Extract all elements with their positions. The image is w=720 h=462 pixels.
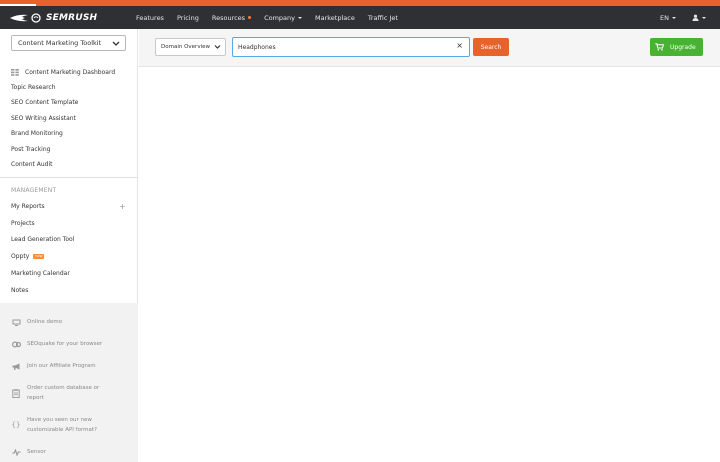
- sidebar-item-label: Marketing Calendar: [11, 270, 70, 277]
- sidebar-item-oppty[interactable]: Oppty new: [11, 253, 45, 260]
- sidebar-item-marketing-calendar[interactable]: Marketing Calendar: [11, 270, 70, 277]
- header-right: EN: [660, 6, 706, 29]
- sidebar-divider: [0, 177, 138, 178]
- promo-sensor[interactable]: Sensor: [11, 447, 46, 457]
- user-icon: [692, 14, 699, 21]
- megaphone-icon: [12, 363, 19, 370]
- toolkit-selector[interactable]: Content Marketing Toolkit: [11, 35, 126, 51]
- promo-label: Sensor: [27, 449, 46, 455]
- nav-resources[interactable]: Resources: [211, 13, 252, 22]
- sidebar-item-label: SEO Content Template: [11, 99, 79, 106]
- nav-company[interactable]: Company: [264, 13, 303, 22]
- language-label: EN: [660, 13, 669, 22]
- nav-marketplace-label: Marketplace: [315, 13, 355, 22]
- nav-traffic-jet[interactable]: Traffic Jet: [368, 14, 398, 22]
- new-dot-icon: [248, 16, 252, 19]
- sidebar-item-brand-monitoring[interactable]: Brand Monitoring: [11, 130, 63, 137]
- promo-label-line1: Have you seen our new: [27, 417, 92, 423]
- report-type-select[interactable]: Domain Overview: [155, 38, 226, 56]
- search-toolbar: Domain Overview Headphones × Search Upgr…: [139, 29, 720, 67]
- sidebar-item-notes[interactable]: Notes: [11, 287, 28, 294]
- search-input[interactable]: Headphones ×: [232, 37, 470, 57]
- sidebar-item-projects[interactable]: Projects: [11, 220, 35, 227]
- upgrade-label: Upgrade: [670, 43, 696, 51]
- sidebar-item-label: Topic Research: [11, 84, 56, 91]
- promo-label: SEOquake for your browser: [27, 341, 103, 347]
- promo-label: Join our Affiliate Program: [27, 363, 96, 369]
- search-button[interactable]: Search: [473, 38, 509, 56]
- promo-custom-database[interactable]: Order custom database or report: [11, 383, 99, 403]
- sidebar-item-dashboard[interactable]: Content Marketing Dashboard: [11, 69, 115, 76]
- language-switcher[interactable]: EN: [660, 14, 676, 22]
- promo-api-format[interactable]: {} Have you seen our new customizable API…: [11, 415, 97, 435]
- promo-seoquake[interactable]: SEOquake for your browser: [11, 339, 102, 349]
- sidebar-item-dashboard-label: Content Marketing Dashboard: [25, 69, 116, 76]
- sidebar-item-lead-generation-tool[interactable]: Lead Generation Tool: [11, 236, 74, 243]
- cart-icon: [655, 43, 664, 51]
- upgrade-button[interactable]: Upgrade: [650, 38, 703, 56]
- sidebar-item-label: Oppty: [11, 253, 30, 260]
- sidebar-promos: Online demo SEOquake for your browser Jo…: [0, 303, 138, 462]
- seoquake-icon: [11, 341, 21, 347]
- sidebar-item-label: SEO Writing Assistant: [11, 115, 76, 122]
- management-heading: MANAGEMENT: [11, 187, 57, 194]
- sidebar-item-label: Projects: [11, 220, 35, 227]
- dashboard-grid-icon: [11, 69, 19, 76]
- sidebar-item-label: Content Audit: [11, 161, 53, 168]
- promo-label: Online demo: [27, 319, 63, 325]
- promo-label-line1: Order custom database or: [27, 385, 100, 391]
- chevron-down-icon: [112, 41, 120, 46]
- sidebar-item-label: Brand Monitoring: [11, 130, 63, 137]
- nav-resources-label: Resources: [211, 13, 246, 22]
- promo-label-line2: customizable API format?: [27, 427, 97, 433]
- caret-down-icon: [298, 16, 303, 19]
- main-nav: Features Pricing Resources Company Marke…: [136, 6, 411, 29]
- logo-fireball-icon: [10, 12, 41, 23]
- chevron-down-icon: [214, 45, 221, 49]
- sidebar-item-label: Post Tracking: [11, 146, 51, 153]
- sidebar-item-seo-writing-assistant[interactable]: SEO Writing Assistant: [11, 115, 76, 122]
- search-query-text: Headphones: [238, 43, 276, 51]
- new-badge: new: [33, 254, 45, 259]
- promo-affiliate[interactable]: Join our Affiliate Program: [11, 361, 96, 371]
- nav-marketplace[interactable]: Marketplace: [315, 14, 355, 22]
- toolkit-selector-label: Content Marketing Toolkit: [18, 39, 102, 47]
- sidebar-item-label: My Reports: [11, 203, 45, 210]
- caret-down-icon: [702, 16, 706, 19]
- nav-company-label: Company: [264, 13, 296, 22]
- main-content: [139, 68, 720, 462]
- sidebar-item-label: Notes: [11, 287, 29, 294]
- sidebar-item-my-reports[interactable]: My Reports: [11, 203, 45, 210]
- logo-wordmark: SEMRUSH: [46, 12, 98, 23]
- nav-traffic-jet-label: Traffic Jet: [367, 13, 398, 22]
- search-button-label: Search: [480, 43, 502, 51]
- nav-pricing-label: Pricing: [176, 13, 199, 22]
- caret-down-icon: [672, 16, 676, 19]
- braces-icon: {}: [11, 421, 21, 429]
- user-menu[interactable]: [692, 14, 706, 21]
- nav-pricing[interactable]: Pricing: [177, 14, 199, 22]
- clear-input-icon[interactable]: ×: [456, 41, 463, 50]
- sidebar-item-topic-research[interactable]: Topic Research: [11, 84, 56, 91]
- add-report-plus-icon[interactable]: +: [119, 203, 126, 211]
- monitor-icon: [12, 319, 20, 326]
- nav-features-label: Features: [136, 13, 164, 22]
- clipboard-icon: [12, 388, 20, 398]
- pulse-icon: [11, 448, 21, 456]
- report-type-label: Domain Overview: [161, 44, 210, 50]
- top-header: SEMRUSH Features Pricing Resources Compa…: [0, 6, 720, 29]
- sidebar-item-content-audit[interactable]: Content Audit: [11, 161, 53, 168]
- promo-label-line2: report: [27, 395, 44, 401]
- promo-online-demo[interactable]: Online demo: [11, 317, 62, 327]
- sidebar-item-label: Lead Generation Tool: [11, 236, 75, 243]
- sidebar-item-post-tracking[interactable]: Post Tracking: [11, 146, 50, 153]
- sidebar-item-seo-content-template[interactable]: SEO Content Template: [11, 99, 78, 106]
- semrush-logo[interactable]: SEMRUSH: [8, 11, 97, 24]
- nav-features[interactable]: Features: [136, 14, 164, 22]
